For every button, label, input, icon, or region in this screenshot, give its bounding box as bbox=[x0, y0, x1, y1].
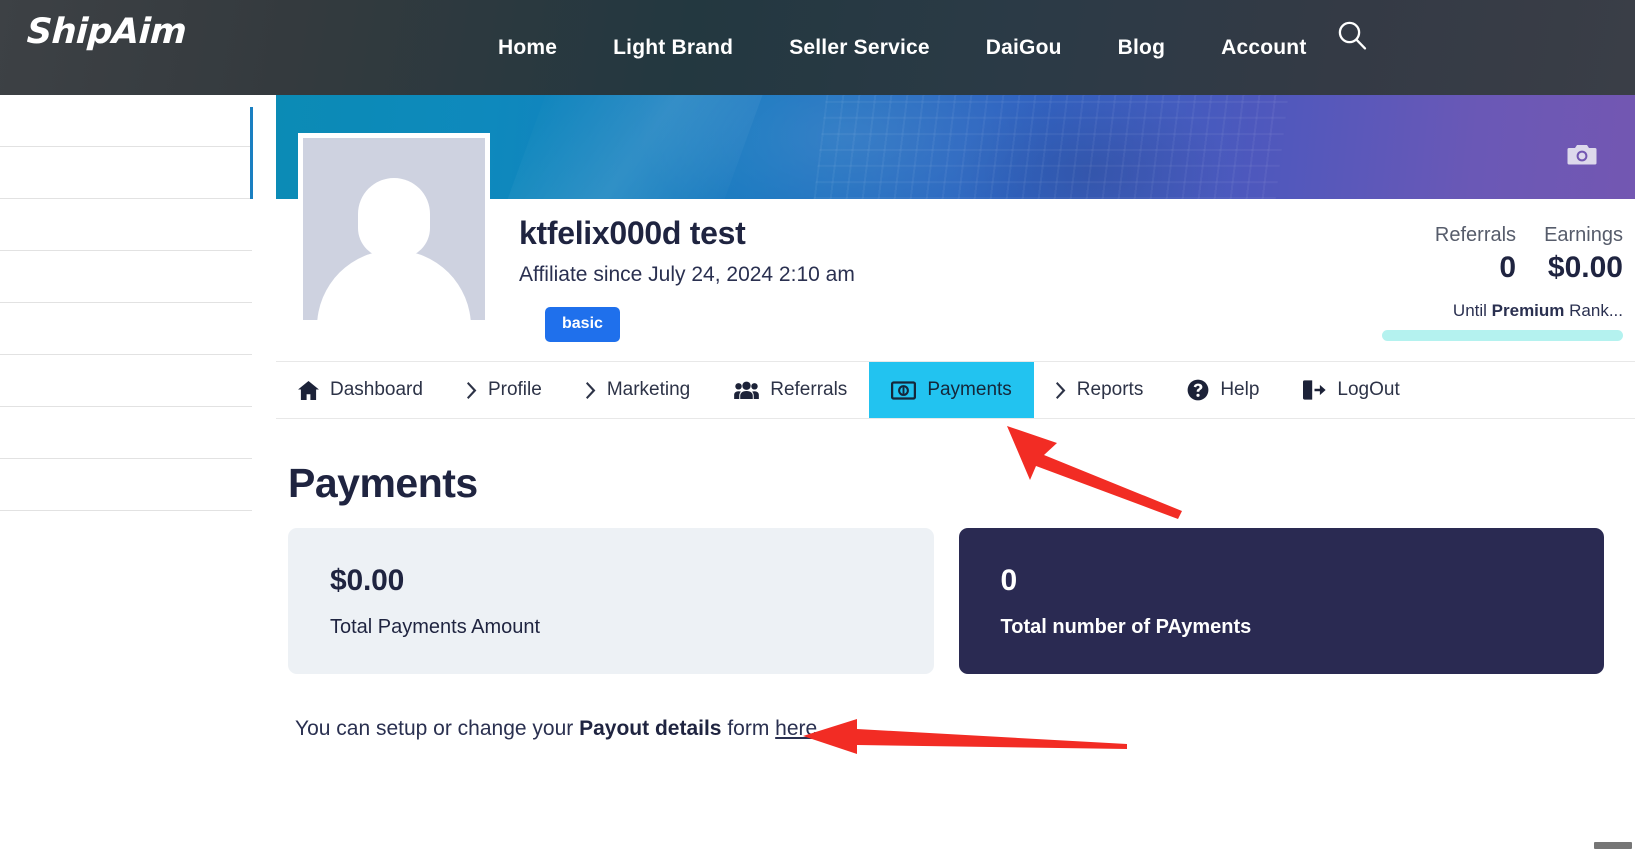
background-list-panel bbox=[0, 95, 252, 851]
list-item bbox=[0, 251, 252, 303]
tab-label: Profile bbox=[487, 379, 542, 400]
earnings-stat: Earnings $0.00 bbox=[1544, 222, 1623, 287]
avatar-head-shape bbox=[358, 178, 430, 259]
list-item bbox=[0, 95, 252, 147]
rank-progress-bar bbox=[1382, 329, 1623, 341]
banner-texture bbox=[813, 95, 1289, 199]
nav-item-light-brand[interactable]: Light Brand bbox=[585, 36, 761, 60]
payout-details-bold: Payout details bbox=[579, 717, 722, 740]
total-payments-amount-card: $0.00 Total Payments Amount bbox=[288, 528, 934, 674]
question-circle-icon bbox=[1187, 379, 1209, 401]
rank-prefix: Until bbox=[1452, 300, 1492, 320]
card-caption: Total Payments Amount bbox=[330, 616, 541, 638]
banner-sheen bbox=[488, 95, 771, 199]
tab-label: Dashboard bbox=[330, 379, 423, 400]
site-header: ShipAim Home Light Brand Seller Service … bbox=[0, 0, 1635, 95]
search-icon[interactable] bbox=[1335, 19, 1369, 53]
chevron-right-icon bbox=[1055, 381, 1066, 399]
page-title: Payments bbox=[288, 460, 478, 506]
home-icon bbox=[298, 380, 319, 400]
list-item bbox=[0, 407, 252, 459]
tab-help[interactable]: Help bbox=[1165, 362, 1281, 418]
scrollbar-thumb[interactable] bbox=[1594, 842, 1632, 849]
tab-label: Reports bbox=[1076, 379, 1144, 400]
camera-icon[interactable] bbox=[1567, 142, 1597, 166]
users-icon bbox=[734, 381, 760, 400]
tab-profile[interactable]: Profile bbox=[445, 362, 564, 418]
tab-label: Help bbox=[1220, 379, 1260, 400]
horizontal-scrollbar[interactable] bbox=[1480, 839, 1635, 851]
rank-suffix: Rank... bbox=[1564, 300, 1623, 320]
plan-badge[interactable]: basic bbox=[545, 307, 620, 342]
tab-dashboard[interactable]: Dashboard bbox=[276, 362, 445, 418]
tab-referrals[interactable]: Referrals bbox=[712, 362, 869, 418]
logout-icon bbox=[1303, 380, 1327, 400]
tab-marketing[interactable]: Marketing bbox=[564, 362, 712, 418]
payment-stat-cards: $0.00 Total Payments Amount 0 Total numb… bbox=[288, 528, 1604, 674]
affiliate-tabs: Dashboard Profile Marketing Referrals Pa… bbox=[276, 361, 1635, 419]
rank-progress-label: Until Premium Rank... bbox=[1382, 301, 1623, 321]
site-logo[interactable]: ShipAim bbox=[26, 12, 187, 52]
avatar-image bbox=[303, 138, 485, 320]
nav-item-account[interactable]: Account bbox=[1193, 36, 1334, 60]
payout-details-note: You can setup or change your Payout deta… bbox=[295, 717, 817, 741]
tab-logout[interactable]: LogOut bbox=[1281, 362, 1421, 418]
card-caption: Total number of PAyments bbox=[1000, 616, 1252, 638]
money-icon bbox=[891, 380, 917, 400]
payout-text-before: You can setup or change your bbox=[295, 717, 580, 740]
list-item bbox=[0, 459, 252, 511]
list-item bbox=[0, 147, 252, 199]
payout-text-mid: form bbox=[721, 717, 776, 740]
tab-label: Marketing bbox=[606, 379, 691, 400]
referrals-value: 0 bbox=[1499, 251, 1517, 284]
chevron-right-icon bbox=[585, 381, 596, 399]
tab-reports[interactable]: Reports bbox=[1034, 362, 1166, 418]
affiliate-since: Affiliate since July 24, 2024 2:10 am bbox=[519, 263, 855, 286]
nav-item-seller-service[interactable]: Seller Service bbox=[761, 36, 958, 60]
tab-label: LogOut bbox=[1337, 379, 1400, 400]
avatar-body-shape bbox=[317, 250, 471, 320]
stats-summary: Referrals 0 Earnings $0.00 Until Premium… bbox=[1382, 222, 1623, 341]
tab-label: Referrals bbox=[770, 379, 848, 400]
nav-item-daigou[interactable]: DaiGou bbox=[958, 36, 1090, 60]
tab-payments[interactable]: Payments bbox=[869, 362, 1034, 418]
affiliate-panel: ktfelix000d test Affiliate since July 24… bbox=[276, 95, 1635, 851]
list-item bbox=[0, 199, 252, 251]
rank-name: Premium bbox=[1491, 300, 1565, 320]
list-item bbox=[0, 303, 252, 355]
nav-item-blog[interactable]: Blog bbox=[1090, 36, 1193, 60]
avatar[interactable] bbox=[298, 133, 490, 325]
card-value: 0 bbox=[1000, 564, 1018, 597]
page-root: ktfelix000d test Affiliate since July 24… bbox=[0, 0, 1635, 851]
chevron-right-icon bbox=[466, 381, 477, 399]
list-item bbox=[0, 355, 252, 407]
profile-name: ktfelix000d test bbox=[519, 215, 746, 251]
earnings-value: $0.00 bbox=[1547, 251, 1623, 284]
referrals-label: Referrals bbox=[1434, 224, 1517, 246]
background-accent-bar bbox=[250, 107, 253, 199]
main-navigation: Home Light Brand Seller Service DaiGou B… bbox=[470, 0, 1335, 95]
payout-here-link[interactable]: here bbox=[775, 717, 817, 740]
card-value: $0.00 bbox=[330, 564, 405, 597]
total-number-of-payments-card: 0 Total number of PAyments bbox=[958, 528, 1604, 674]
earnings-label: Earnings bbox=[1544, 224, 1623, 246]
nav-item-home[interactable]: Home bbox=[470, 36, 585, 60]
tab-label: Payments bbox=[927, 379, 1012, 400]
referrals-stat: Referrals 0 bbox=[1435, 222, 1516, 287]
